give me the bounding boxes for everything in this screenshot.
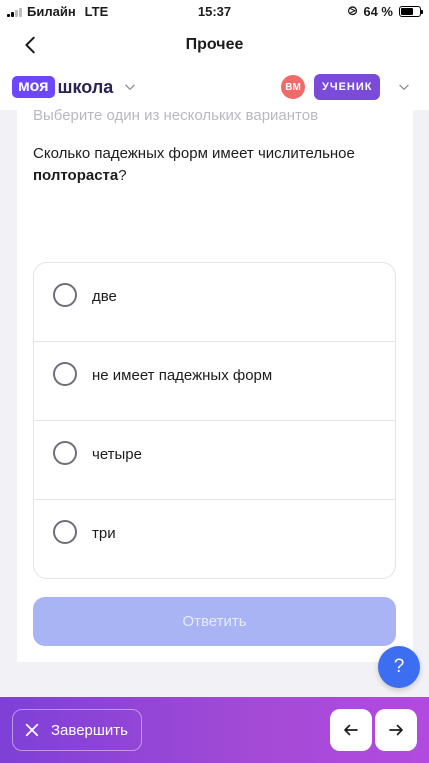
answer-option-label: две [92, 288, 117, 305]
answer-option[interactable]: не имеет падежных форм [34, 342, 395, 421]
question-hint: Выберите один из нескольких вариантов [33, 107, 319, 124]
answer-option-label: три [92, 525, 116, 542]
logo-badge: моя [12, 76, 55, 98]
battery-icon [399, 6, 423, 17]
logo-text: школа [57, 76, 114, 97]
status-bar: Билайн LTE 15:37 ⧁ 64 % [0, 0, 429, 24]
radio-button[interactable] [53, 441, 77, 465]
answer-option[interactable]: три [34, 500, 395, 578]
radio-button[interactable] [53, 520, 77, 544]
answer-option[interactable]: две [34, 263, 395, 342]
finish-button[interactable]: Завершить [12, 709, 142, 751]
arrow-left-icon [344, 724, 358, 736]
close-icon [25, 723, 39, 737]
question-text-bold: полтораста [33, 167, 119, 184]
role-badge[interactable]: УЧЕНИК [314, 74, 381, 100]
nav-header: Прочее [0, 24, 429, 66]
previous-button[interactable] [330, 709, 372, 751]
answer-options: две не имеет падежных форм четыре три [33, 262, 396, 579]
question-text: Сколько падежных форм имеет числительное… [33, 143, 393, 187]
battery-percent: 64 % [363, 4, 393, 19]
question-card: Выберите один из нескольких вариантов Ск… [17, 107, 413, 662]
radio-button[interactable] [53, 362, 77, 386]
radio-button[interactable] [53, 283, 77, 307]
answer-option-label: четыре [92, 446, 142, 463]
logo[interactable]: моя школа [12, 76, 137, 98]
help-button[interactable]: ? [378, 646, 420, 688]
status-right: ⧁ 64 % [347, 4, 423, 19]
finish-button-label: Завершить [51, 721, 128, 739]
arrow-right-icon [389, 724, 403, 736]
chevron-down-icon[interactable] [397, 80, 411, 94]
question-text-after: ? [118, 167, 127, 184]
chevron-down-icon[interactable] [123, 80, 137, 94]
page-title: Прочее [185, 36, 244, 53]
app-header: моя школа ВМ УЧЕНИК [0, 66, 429, 110]
bottom-bar: Завершить [0, 697, 429, 763]
avatar[interactable]: ВМ [281, 75, 305, 99]
submit-answer-button[interactable]: Ответить [33, 597, 396, 646]
next-button[interactable] [375, 709, 417, 751]
answer-option[interactable]: четыре [34, 421, 395, 500]
answer-option-label: не имеет падежных форм [92, 367, 273, 384]
question-text-before: Сколько падежных форм имеет числительное [33, 145, 355, 162]
orientation-lock-icon: ⧁ [347, 4, 358, 18]
